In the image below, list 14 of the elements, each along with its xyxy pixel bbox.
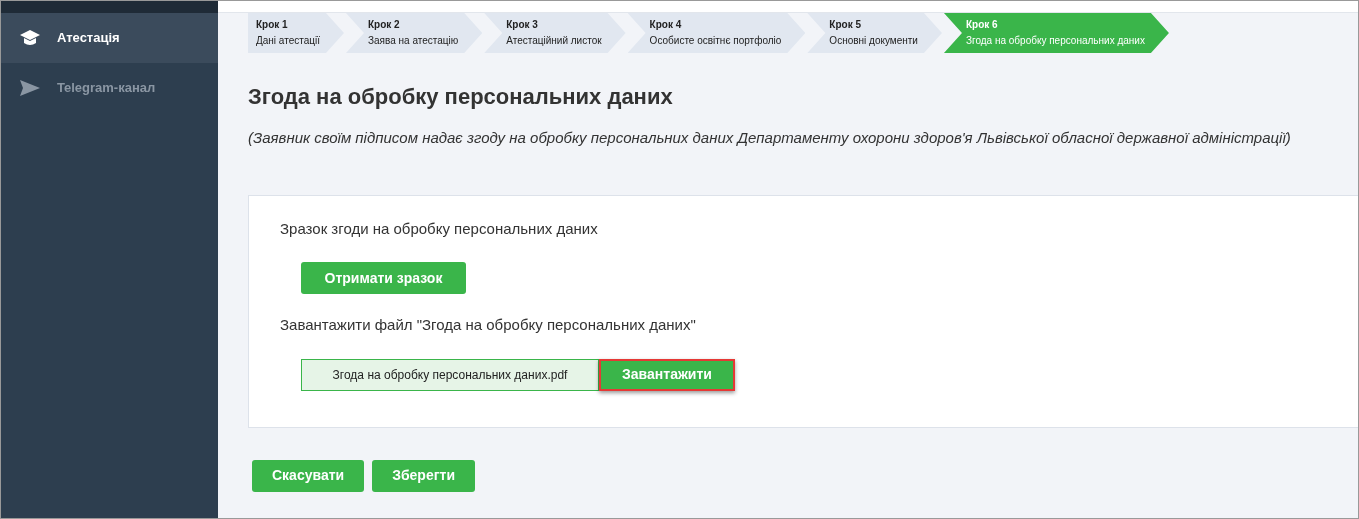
step-tab[interactable]: Крок 4 Особисте освітнє портфоліо: [627, 13, 806, 53]
step-tab[interactable]: Крок 3 Атестаційний листок: [484, 13, 626, 53]
sidebar-item[interactable]: Атестація: [1, 13, 218, 63]
sample-label: Зразок згоди на обробку персональних даних: [280, 218, 598, 239]
sidebar-item[interactable]: Telegram-канал: [1, 63, 218, 113]
step-tab[interactable]: Крок 2 Заява на атестацію: [346, 13, 483, 53]
page-heading: Згода на обробку персональних даних: [248, 83, 674, 111]
page-subtitle: (Заявник своїм підписом надає згоду на обробку персональних даних Департаменту охорони здоров'я Львівської обласної державної адміністрації): [248, 128, 1292, 148]
graduation-cap-icon: [19, 29, 41, 47]
upload-label: Завантажити файл "Згода на обробку персональних даних": [280, 315, 696, 335]
step-tab[interactable]: Крок 5 Основні документи: [807, 13, 942, 53]
file-name-field[interactable]: Згода на обробку персональних даних.pdf: [301, 358, 599, 391]
step-tab[interactable]: Крок 1 Дані атестації: [248, 13, 344, 53]
send-icon: [19, 79, 41, 97]
